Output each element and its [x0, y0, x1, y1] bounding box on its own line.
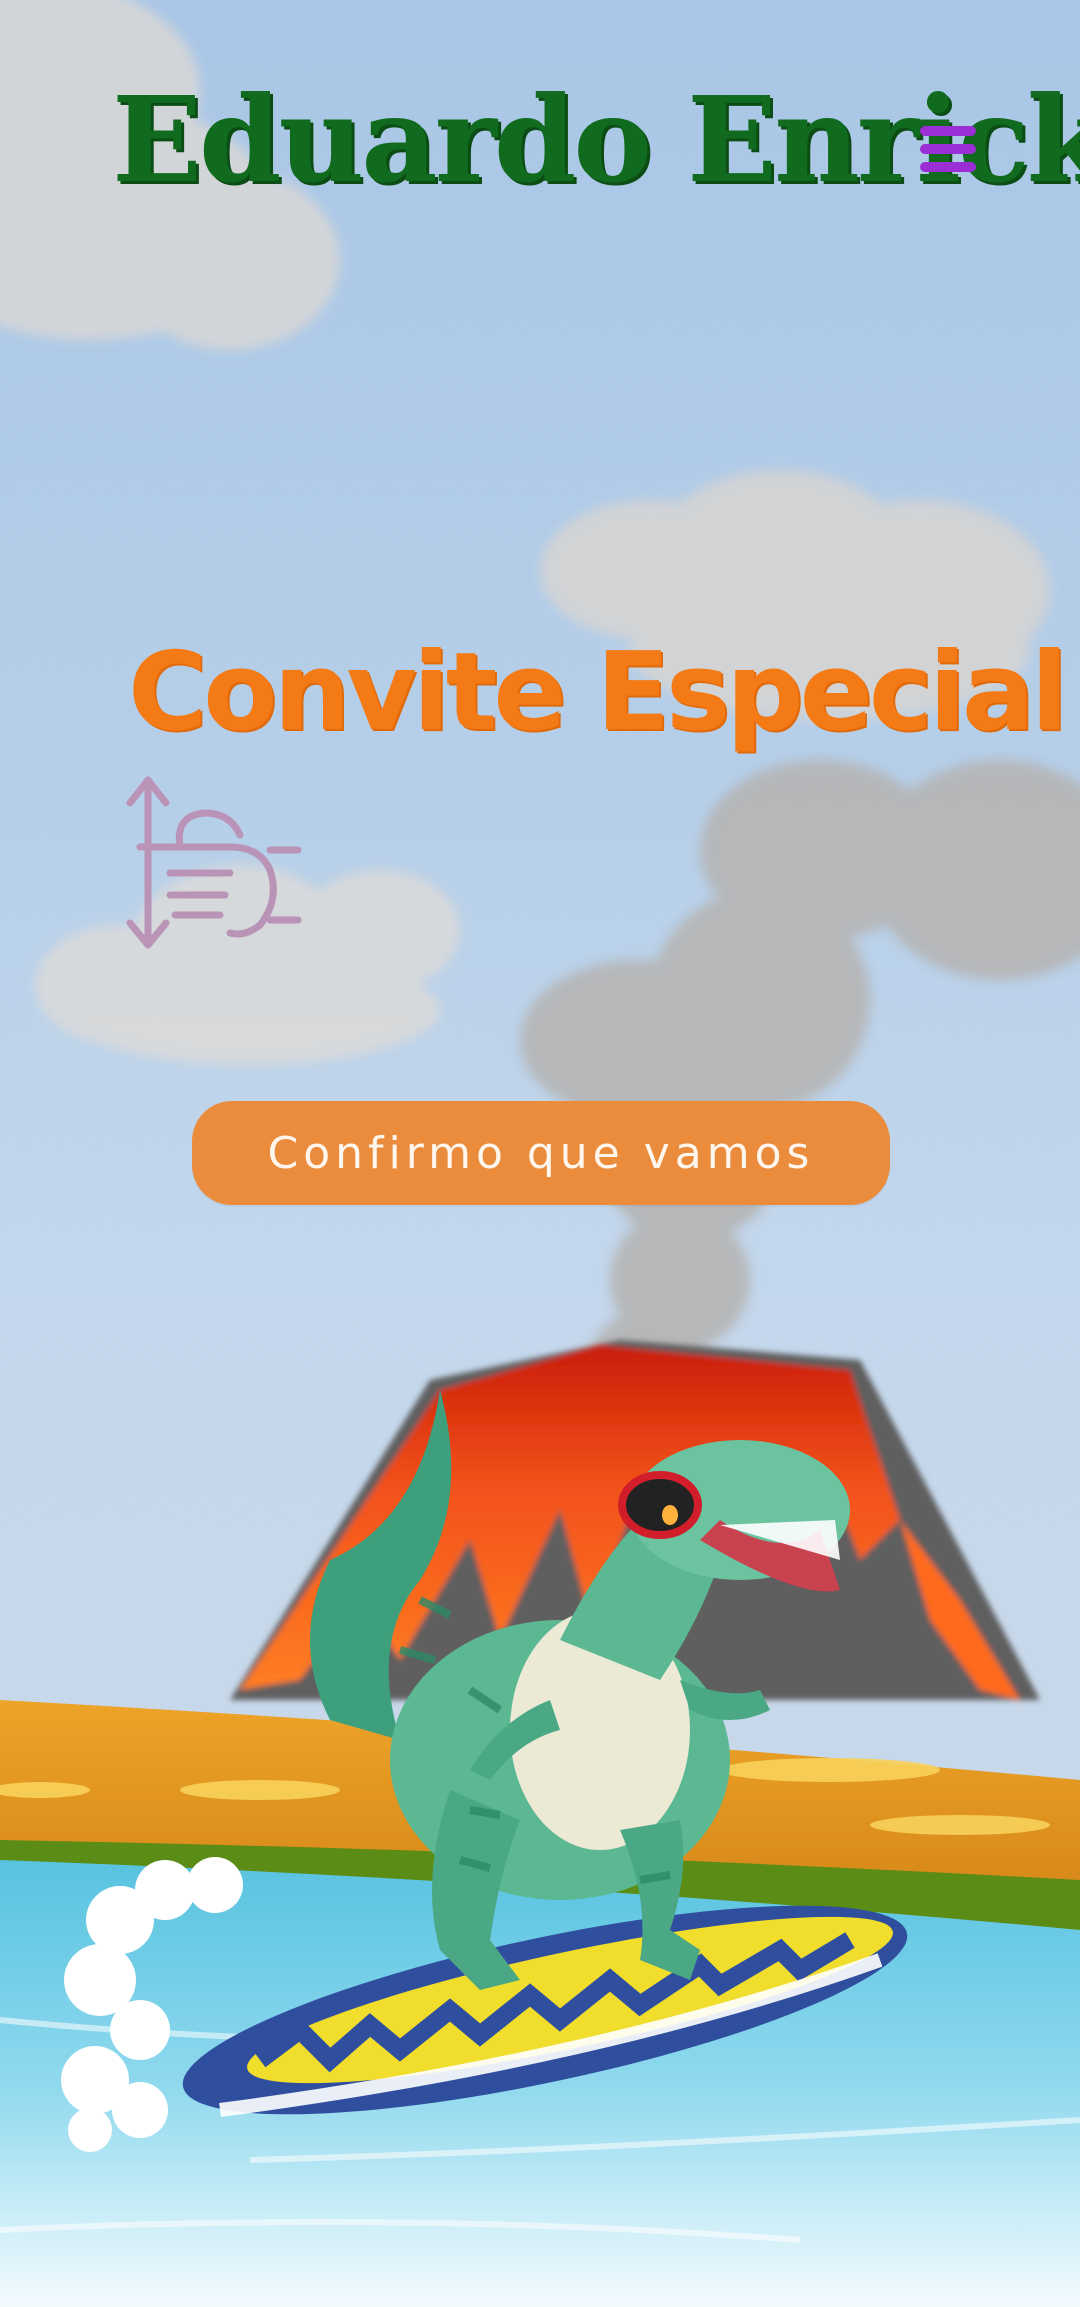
hamburger-menu-icon[interactable]	[920, 126, 978, 174]
invitation-headline: Convite Especial	[128, 630, 1068, 755]
site-title: Eduardo Enrick	[112, 70, 1080, 209]
confirm-attendance-button[interactable]: Confirmo que vamos	[192, 1101, 890, 1205]
swipe-vertical-hand-icon	[126, 776, 302, 949]
smoke-cloud	[520, 760, 1080, 1410]
